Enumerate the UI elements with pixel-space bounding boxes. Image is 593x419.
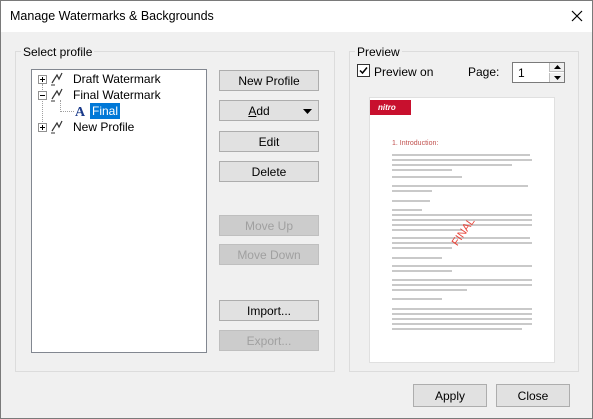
dropdown-arrow-icon — [303, 109, 312, 114]
page-value[interactable]: 1 — [518, 66, 525, 80]
text-watermark-icon: A — [75, 105, 86, 119]
new-profile-label: New Profile — [238, 73, 300, 88]
manage-watermarks-dialog: Manage Watermarks & Backgrounds Select p… — [0, 0, 593, 419]
spin-up-button[interactable] — [549, 63, 564, 72]
move-up-label: Move Up — [244, 218, 294, 233]
chevron-down-icon — [553, 75, 561, 80]
export-label: Export... — [246, 333, 292, 348]
tree-item-label: New Profile — [73, 120, 135, 134]
checkmark-icon — [359, 67, 368, 75]
apply-label: Apply — [434, 388, 466, 403]
watermark-profile-icon — [51, 72, 63, 86]
tree-item-label: Final Watermark — [73, 88, 161, 102]
title-bar: Manage Watermarks & Backgrounds — [1, 1, 592, 32]
preview-page: nitro 1. Introduction: FINAL — [370, 98, 554, 362]
new-profile-button[interactable]: New Profile — [219, 70, 319, 91]
move-down-button[interactable]: Move Down — [219, 244, 319, 265]
tree-item-label: Draft Watermark — [73, 72, 161, 86]
edit-label: Edit — [258, 134, 280, 149]
delete-button[interactable]: Delete — [219, 161, 319, 182]
close-button[interactable]: Close — [496, 384, 570, 407]
watermark-profile-icon — [51, 88, 63, 102]
expand-icon[interactable] — [38, 123, 47, 132]
delete-label: Delete — [251, 164, 287, 179]
close-window-button[interactable] — [564, 4, 590, 28]
move-down-label: Move Down — [237, 247, 301, 262]
profile-tree[interactable]: Draft Watermark Final Watermark A Final — [31, 69, 207, 353]
window-title: Manage Watermarks & Backgrounds — [10, 9, 214, 23]
apply-button[interactable]: Apply — [413, 384, 487, 407]
doc-heading: 1. Introduction: — [392, 140, 439, 147]
tree-item-label: Final — [90, 103, 121, 119]
close-label: Close — [517, 388, 549, 403]
preview-on-checkbox[interactable] — [357, 64, 370, 77]
select-profile-label: Select profile — [21, 45, 95, 59]
chevron-up-icon — [553, 65, 561, 69]
edit-button[interactable]: Edit — [219, 131, 319, 152]
svg-text:A: A — [75, 105, 86, 119]
import-button[interactable]: Import... — [219, 300, 319, 321]
import-label: Import... — [246, 303, 291, 318]
preview-on-label: Preview on — [374, 65, 434, 79]
expand-icon[interactable] — [38, 75, 47, 84]
spin-down-button[interactable] — [549, 73, 564, 82]
watermark-profile-icon — [51, 120, 63, 134]
page-spinner[interactable]: 1 — [512, 62, 565, 83]
move-up-button[interactable]: Move Up — [219, 215, 319, 236]
preview-group-label: Preview — [355, 45, 402, 59]
page-label: Page: — [468, 65, 500, 79]
add-dropdown-button[interactable]: Add — [219, 100, 319, 121]
nitro-logo: nitro — [370, 100, 411, 115]
add-label: Add — [248, 103, 270, 118]
export-button[interactable]: Export... — [219, 330, 319, 351]
collapse-icon[interactable] — [38, 91, 47, 100]
close-icon — [571, 10, 583, 22]
